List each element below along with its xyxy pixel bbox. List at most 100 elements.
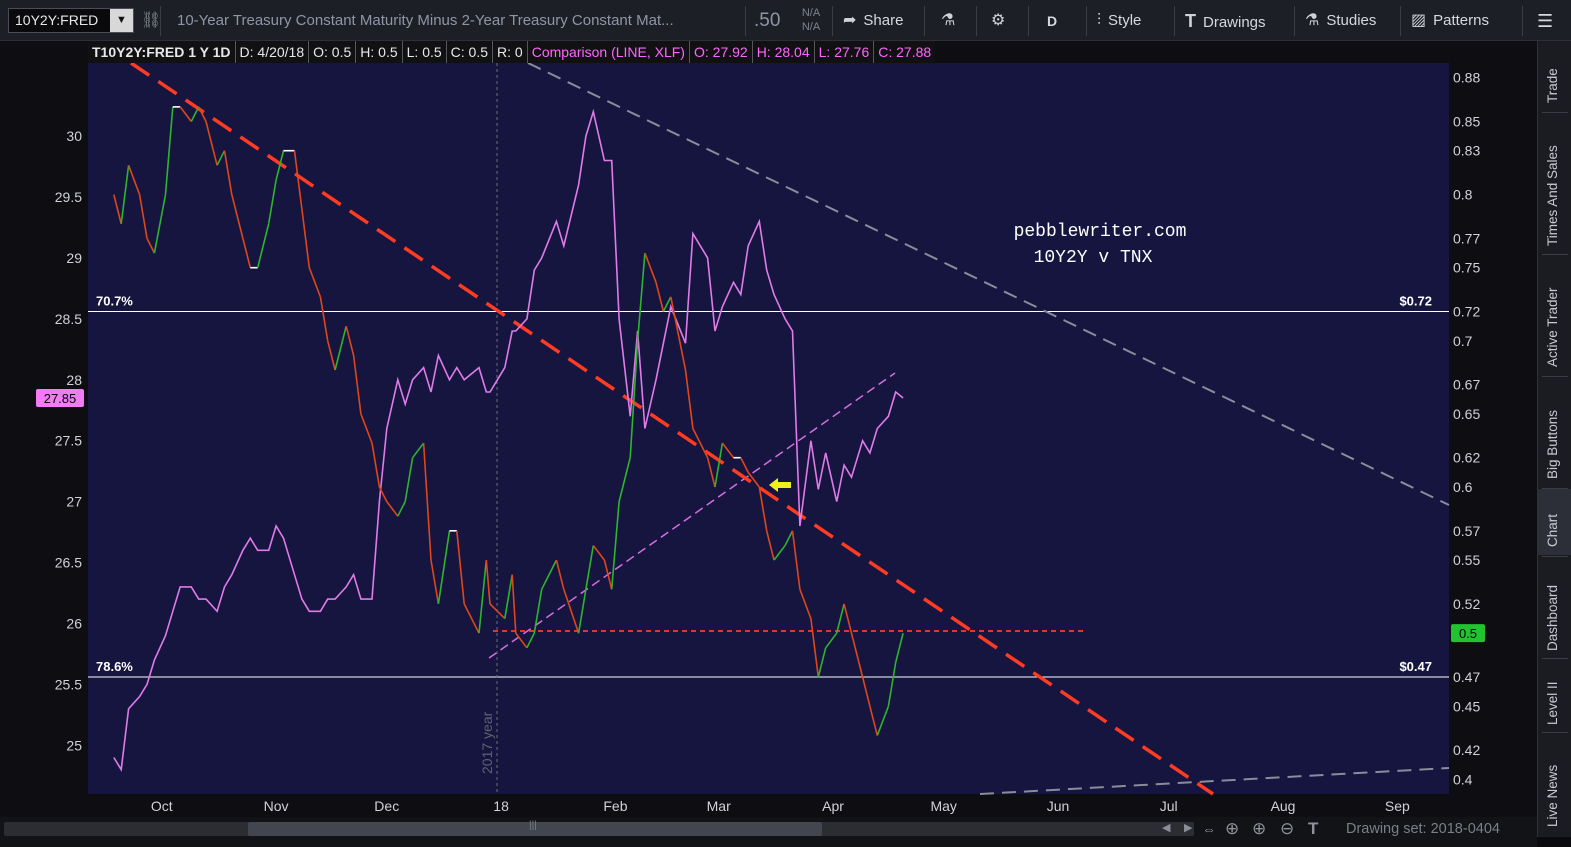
scroll-left-arrow-icon[interactable]: ◀	[1162, 821, 1170, 834]
tab-times-and-sales[interactable]: Times And Sales	[1538, 113, 1571, 253]
menu-icon: ☰	[1537, 11, 1554, 31]
side-tabs-panel: Trade Times And Sales Active Trader Big …	[1537, 41, 1571, 837]
tab-active-trader[interactable]: Active Trader	[1538, 255, 1571, 375]
gear-icon: ⚙	[991, 12, 1006, 29]
info-range: R: 0	[492, 41, 527, 63]
drawings-button[interactable]: T Drawings	[1174, 6, 1288, 36]
tab-active-trader-label: Active Trader	[1545, 287, 1560, 367]
right-price-tag: 0.5	[1459, 626, 1477, 641]
tab-chart[interactable]: Chart	[1538, 489, 1571, 555]
info-date: D: 4/20/18	[234, 41, 309, 63]
info-comparison[interactable]: Comparison (LINE, XLF)	[526, 41, 689, 63]
left-tick-label: 28.5	[55, 311, 82, 327]
year-marker-label: 2017 year	[479, 711, 495, 774]
x-tick-label: Apr	[822, 798, 844, 814]
right-tick-label: 0.52	[1453, 596, 1480, 612]
tab-level-ii-label: Level II	[1545, 681, 1560, 725]
tab-big-buttons[interactable]: Big Buttons	[1538, 377, 1571, 487]
info-cmp-low: L: 27.76	[813, 41, 874, 63]
scrollbar-thumb[interactable]: |||	[248, 820, 822, 836]
drawings-label: Drawings	[1203, 14, 1266, 31]
fib-level-percent: 78.6%	[96, 659, 133, 674]
change-na-bottom: N/A	[801, 21, 821, 33]
expand-arrows-icon[interactable]: ⇔	[1202, 821, 1216, 837]
x-tick-label: Jun	[1047, 798, 1070, 814]
share-button[interactable]: ➦ Share	[832, 6, 922, 36]
annotation-site[interactable]: pebblewriter.com	[1014, 222, 1187, 242]
x-tick-label: Sep	[1385, 798, 1410, 814]
menu-button[interactable]: ☰	[1522, 6, 1570, 36]
x-tick-label: Aug	[1271, 798, 1296, 814]
left-tick-label: 28	[66, 372, 82, 388]
x-tick-label: Dec	[374, 798, 399, 814]
right-tick-label: 0.75	[1453, 260, 1480, 276]
right-tick-label: 0.83	[1453, 143, 1480, 159]
right-tick-label: 0.8	[1453, 187, 1473, 203]
right-tick-label: 0.55	[1453, 552, 1480, 568]
chart-info-bar: T10Y2Y:FRED 1 Y 1D D: 4/20/18 O: 0.5 H: …	[88, 41, 936, 63]
link-icon[interactable]: ⛓	[141, 10, 161, 30]
left-tick-label: 29	[66, 250, 82, 266]
fib-level-percent: 70.7%	[96, 294, 133, 309]
symbol-description: 10-Year Treasury Constant Maturity Minus…	[160, 6, 740, 36]
text-tool-icon[interactable]: T	[1308, 819, 1318, 839]
last-price: .50	[745, 6, 780, 36]
info-high: H: 0.5	[355, 41, 401, 63]
tab-level-ii[interactable]: Level II	[1538, 659, 1571, 731]
tab-times-and-sales-label: Times And Sales	[1545, 145, 1560, 246]
crosshair-icon[interactable]: ⊕	[1225, 819, 1239, 839]
lab-button[interactable]: ⚗	[924, 6, 974, 36]
left-tick-label: 25	[66, 737, 82, 753]
info-cmp-high: H: 28.04	[751, 41, 814, 63]
scroll-right-arrow-icon[interactable]: ▶	[1184, 821, 1192, 834]
info-low: L: 0.5	[401, 41, 446, 63]
tab-chart-label: Chart	[1545, 513, 1560, 547]
thinkorswim-chart-app: 10Y2Y:FRED ▼ ⛓ 10-Year Treasury Constant…	[0, 0, 1571, 847]
fib-level-price: $0.47	[1399, 659, 1432, 674]
style-button[interactable]: ⫶ Style	[1086, 6, 1168, 36]
fib-level-price: $0.72	[1399, 294, 1432, 309]
tab-live-news[interactable]: Live News	[1538, 733, 1571, 833]
right-tick-label: 0.67	[1453, 377, 1480, 393]
flask-icon: ⚗	[941, 12, 956, 29]
tab-trade[interactable]: Trade	[1538, 41, 1571, 111]
info-cmp-open: O: 27.92	[688, 41, 752, 63]
patterns-label: Patterns	[1433, 12, 1489, 29]
right-tick-label: 0.4	[1453, 771, 1473, 787]
left-tick-label: 25.5	[55, 676, 82, 692]
x-tick-label: Oct	[151, 798, 173, 814]
tab-big-buttons-label: Big Buttons	[1545, 409, 1560, 479]
tab-dashboard-label: Dashboard	[1545, 584, 1560, 651]
horizontal-scrollbar[interactable]: |||	[4, 820, 1194, 836]
timeframe-button[interactable]: D	[1028, 6, 1084, 36]
x-tick-label: Feb	[603, 798, 627, 814]
info-cmp-close: C: 27.88	[873, 41, 935, 63]
x-tick-label: Jul	[1160, 798, 1178, 814]
left-tick-label: 27	[66, 494, 82, 510]
candles-icon: ⫶	[1097, 12, 1102, 29]
share-icon: ➦	[843, 12, 857, 29]
annotation-title[interactable]: 10Y2Y v TNX	[1034, 248, 1153, 268]
zoom-in-icon[interactable]: ⊕	[1252, 819, 1266, 839]
left-tick-label: 26.5	[55, 555, 82, 571]
x-tick-label: Nov	[264, 798, 289, 814]
symbol-dropdown-icon[interactable]: ▼	[110, 9, 133, 32]
zoom-out-icon[interactable]: ⊖	[1280, 819, 1294, 839]
x-tick-label: Mar	[707, 798, 731, 814]
right-tick-label: 0.6	[1453, 479, 1473, 495]
info-open: O: 0.5	[308, 41, 355, 63]
studies-label: Studies	[1326, 12, 1377, 29]
right-tick-label: 0.42	[1453, 742, 1480, 758]
right-tick-label: 0.62	[1453, 450, 1480, 466]
studies-button[interactable]: ⚗ Studies	[1294, 6, 1394, 36]
x-tick-label: 18	[493, 798, 509, 814]
right-tick-label: 0.77	[1453, 230, 1480, 246]
settings-button[interactable]: ⚙	[976, 6, 1026, 36]
plot-background[interactable]	[88, 63, 1449, 794]
tab-dashboard[interactable]: Dashboard	[1538, 557, 1571, 657]
left-tick-label: 30	[66, 128, 82, 144]
timeframe-label: D	[1047, 13, 1058, 29]
info-symbol-period[interactable]: T10Y2Y:FRED 1 Y 1D	[88, 41, 235, 63]
patterns-button[interactable]: ▨ Patterns	[1400, 6, 1510, 36]
chart-area[interactable]: Oct Nov Dec 18 Feb Mar Apr May Jun Jul Aug Sep 30 29…	[0, 41, 1537, 817]
